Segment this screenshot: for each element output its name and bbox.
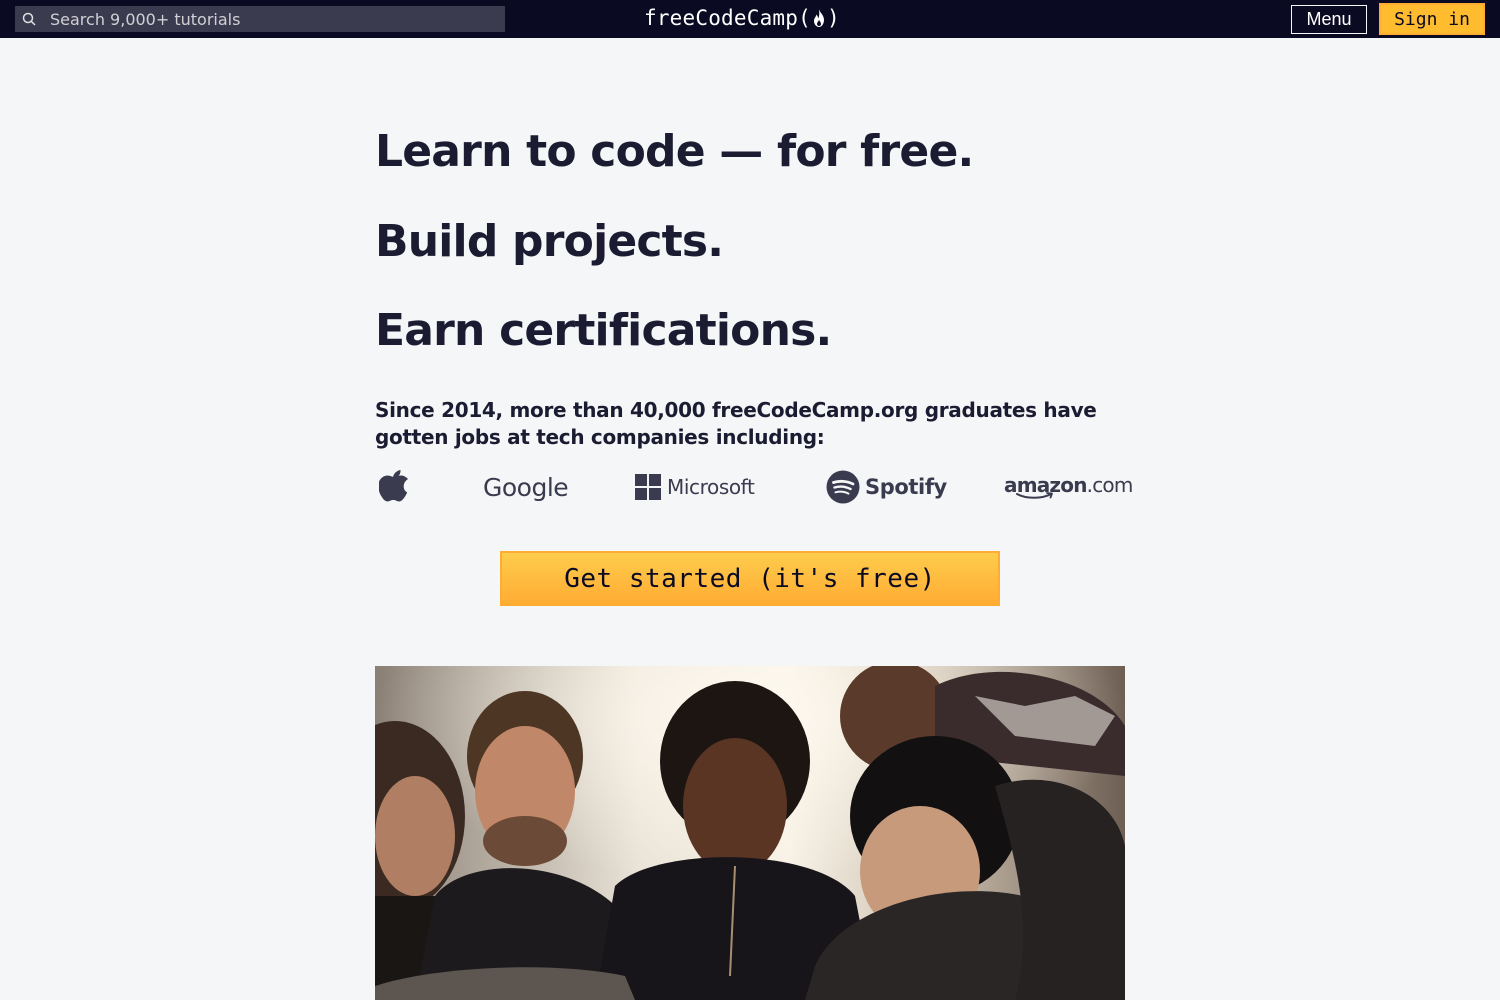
microsoft-logo: Microsoft [635,462,755,512]
search-input[interactable] [50,6,490,32]
logo-text: freeCodeCamp( [644,6,811,30]
students-photo-image [375,666,1125,1000]
hero-heading-build: Build projects. [375,216,724,267]
amazon-smile-icon [1016,492,1053,499]
spotify-icon [826,470,860,504]
students-photo [375,666,1125,1000]
microsoft-label: Microsoft [667,475,755,499]
search-icon [22,12,36,26]
google-logo: Google [483,472,569,502]
hero-heading-learn: Learn to code — for free. [375,126,974,177]
amazon-suffix: .com [1086,473,1134,497]
sign-in-button[interactable]: Sign in [1379,3,1485,35]
logo-text-end: ) [826,6,840,30]
menu-button[interactable]: Menu [1291,5,1367,34]
hero-heading-earn: Earn certifications. [375,305,832,356]
search-bar[interactable] [15,6,505,32]
amazon-logo: amazon.com [1004,462,1133,512]
company-logos: Google Microsoft Spotify amazon.com [375,462,1133,512]
site-logo[interactable]: freeCodeCamp( ) [644,3,840,33]
spotify-label: Spotify [865,475,947,499]
graduates-statement: Since 2014, more than 40,000 freeCodeCam… [375,398,1097,449]
apple-icon [379,462,411,512]
microsoft-windows-icon [635,474,661,500]
get-started-button[interactable]: Get started (it's free) [500,551,1000,606]
flame-icon [812,8,826,28]
top-navbar: freeCodeCamp( ) Menu Sign in [0,0,1500,38]
spotify-logo: Spotify [826,462,947,512]
